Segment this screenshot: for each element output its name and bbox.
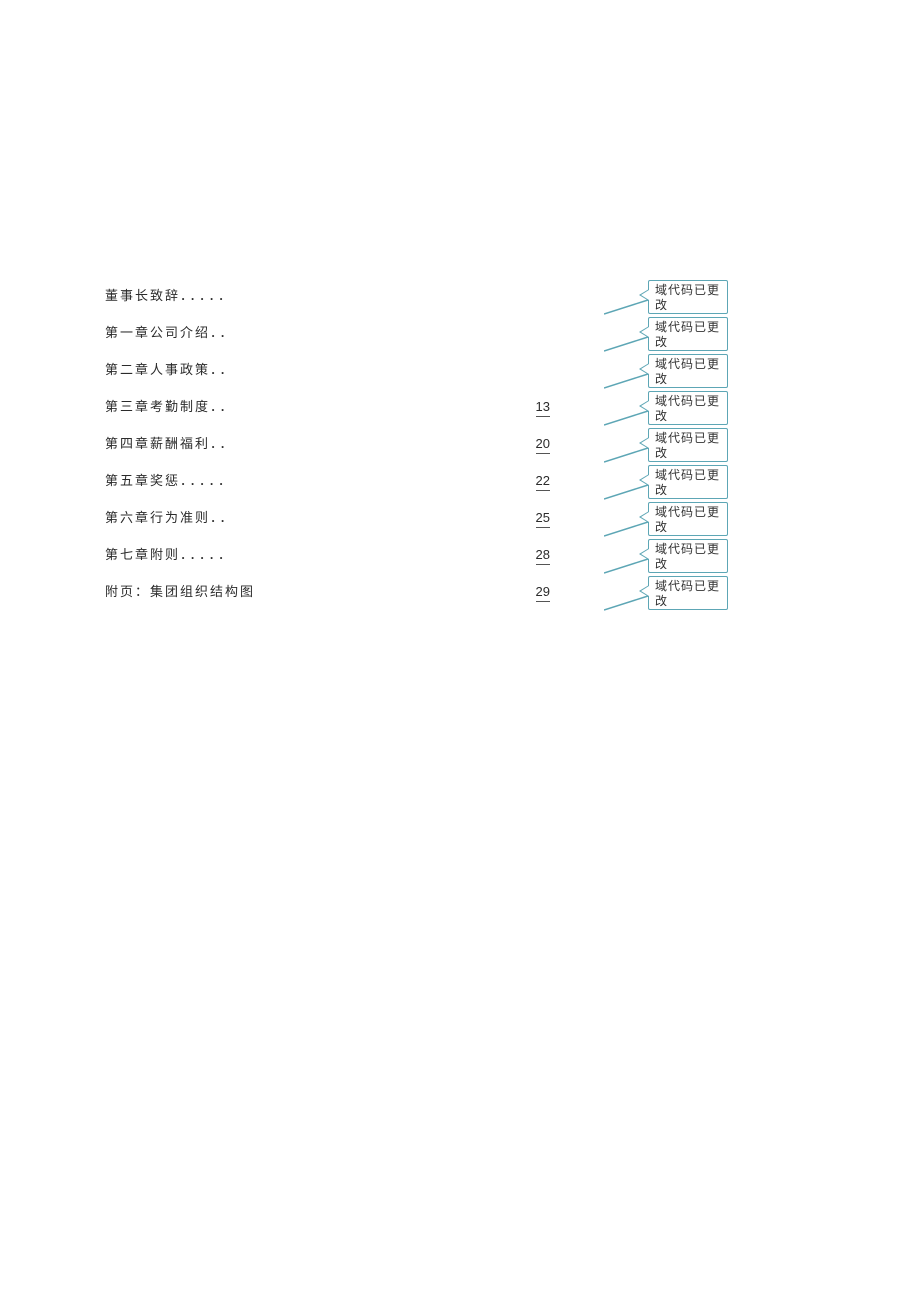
toc-dots: ．．．．． [180,470,234,489]
toc-entry: 第六章行为准则 ．． 25 [105,507,550,544]
comment-row: 域代码已更改 [604,502,734,539]
comment-row: 域代码已更改 [604,576,734,613]
toc-page: 28 [536,547,550,565]
toc-title: 第七章附则 [105,544,180,563]
toc-entry: 附页：集团组织结构图 29 [105,581,550,618]
comment-row: 域代码已更改 [604,354,734,391]
comment-bubble: 域代码已更改 [648,502,728,536]
toc-entry: 董事长致辞 ．．．．． [105,285,550,322]
toc-page: 22 [536,473,550,491]
comment-row: 域代码已更改 [604,465,734,502]
toc-title: 附页：集团组织结构图 [105,581,255,600]
toc-entry: 第二章人事政策 ．． [105,359,550,396]
comment-row: 域代码已更改 [604,317,734,354]
comment-bubble: 域代码已更改 [648,391,728,425]
toc-title: 董事长致辞 [105,285,180,304]
comment-bubble: 域代码已更改 [648,539,728,573]
comment-row: 域代码已更改 [604,539,734,576]
toc-entry: 第一章公司介绍 ．． [105,322,550,359]
toc-page: 20 [536,436,550,454]
comment-row: 域代码已更改 [604,280,734,317]
toc-entry: 第四章薪酬福利 ．． 20 [105,433,550,470]
toc-dots: ．．．．． [180,544,234,563]
comment-bubble: 域代码已更改 [648,465,728,499]
toc-page: 13 [536,399,550,417]
comment-bubble: 域代码已更改 [648,317,728,351]
toc-dots: ．． [210,322,236,341]
toc-dots: ．． [210,359,236,378]
toc-title: 第六章行为准则 [105,507,210,526]
toc-dots: ．． [210,507,236,526]
toc-title: 第一章公司介绍 [105,322,210,341]
toc-entry: 第三章考勤制度 ．． 13 [105,396,550,433]
comment-bubble: 域代码已更改 [648,576,728,610]
toc-page: 29 [536,584,550,602]
comment-bubble: 域代码已更改 [648,354,728,388]
comment-bubble: 域代码已更改 [648,280,728,314]
comment-bubble: 域代码已更改 [648,428,728,462]
comments-column: 域代码已更改 域代码已更改 域代码已更改 域代码已更改 域代码已更改 域代码已更… [604,280,734,613]
toc-dots: ．． [210,396,236,415]
comment-row: 域代码已更改 [604,391,734,428]
toc-entry: 第七章附则 ．．．．． 28 [105,544,550,581]
toc-title: 第二章人事政策 [105,359,210,378]
toc-entry: 第五章奖惩 ．．．．． 22 [105,470,550,507]
toc-title: 第四章薪酬福利 [105,433,210,452]
toc-page: 25 [536,510,550,528]
toc-title: 第五章奖惩 [105,470,180,489]
toc-list: 董事长致辞 ．．．．． 第一章公司介绍 ．． 第二章人事政策 ．． 第三章考勤制… [105,285,550,618]
toc-dots: ．．．．． [180,285,234,304]
toc-title: 第三章考勤制度 [105,396,210,415]
comment-row: 域代码已更改 [604,428,734,465]
toc-dots: ．． [210,433,236,452]
